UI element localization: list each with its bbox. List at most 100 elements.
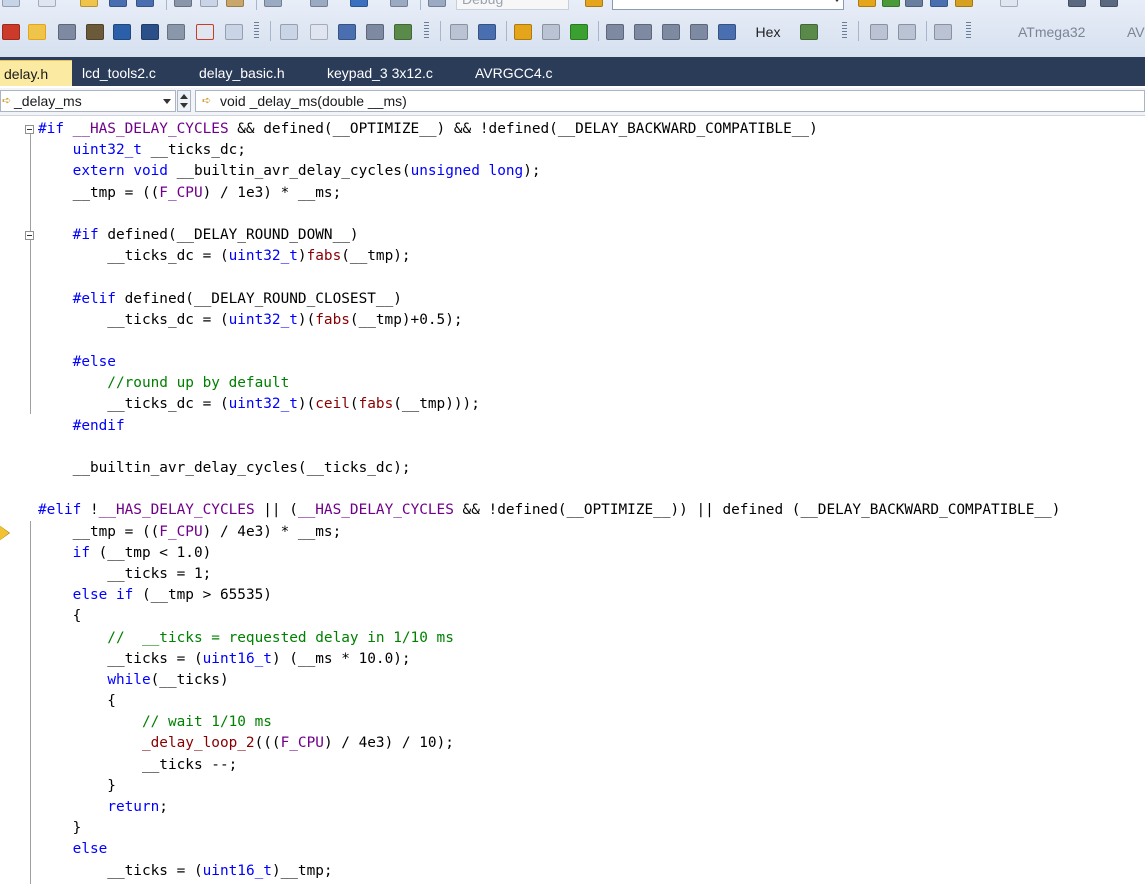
open-folder-icon[interactable] [28, 21, 46, 43]
code-line[interactable]: while(__ticks) [38, 670, 1060, 691]
disassembly-icon[interactable] [366, 21, 384, 43]
code-line[interactable]: __ticks_dc = (uint32_t)(fabs(__tmp)+0.5)… [38, 310, 1060, 331]
code-editor[interactable]: #if __HAS_DELAY_CYCLES && defined(__OPTI… [0, 116, 1145, 884]
code-line[interactable]: __tmp = ((F_CPU) / 1e3) * __ms; [38, 183, 1060, 204]
code-line[interactable]: uint32_t __ticks_dc; [38, 140, 1060, 161]
code-line[interactable]: __ticks --; [38, 755, 1060, 776]
tool-selector[interactable]: AV [1105, 21, 1145, 43]
code-line[interactable]: __ticks = 1; [38, 564, 1060, 585]
code-line[interactable]: #elif defined(__DELAY_ROUND_CLOSEST__) [38, 289, 1060, 310]
device-selector[interactable]: ATmega32 [990, 21, 1100, 43]
copy-icon[interactable] [200, 0, 218, 10]
reset-icon[interactable] [718, 21, 736, 43]
clipboard-icon[interactable] [225, 21, 243, 43]
continue-icon[interactable] [570, 21, 588, 43]
code-line[interactable]: } [38, 818, 1060, 839]
build-icon[interactable] [2, 21, 20, 43]
undo-icon[interactable] [264, 0, 282, 10]
find-combo[interactable] [612, 0, 844, 10]
code-line[interactable]: { [38, 691, 1060, 712]
spell-check-icon[interactable] [196, 21, 214, 43]
watch-icon[interactable] [394, 21, 412, 43]
navigate-forward-icon[interactable] [390, 0, 408, 10]
solution-explorer-icon[interactable] [882, 0, 900, 10]
source-code[interactable]: #if __HAS_DELAY_CYCLES && defined(__OPTI… [38, 119, 1060, 882]
new-project-icon[interactable] [2, 0, 20, 10]
add-item-icon[interactable] [38, 0, 56, 10]
outdent-icon[interactable] [1100, 0, 1118, 10]
step-into-icon[interactable] [514, 21, 532, 43]
indent-icon[interactable] [1068, 0, 1086, 10]
solution-config-combo[interactable]: Debug [456, 0, 569, 10]
code-line[interactable]: //round up by default [38, 373, 1060, 394]
collapse-icon[interactable] [25, 125, 34, 134]
registers-icon[interactable] [167, 21, 185, 43]
processor-view-icon[interactable] [280, 21, 298, 43]
code-line[interactable]: __ticks_dc = (uint32_t)(ceil(fabs(__tmp)… [38, 394, 1060, 415]
code-line[interactable]: else [38, 839, 1060, 860]
code-line[interactable]: __ticks = (uint16_t) (__ms * 10.0); [38, 649, 1060, 670]
chip-icon[interactable] [141, 21, 159, 43]
code-line[interactable]: else if (__tmp > 65535) [38, 585, 1060, 606]
memory-icon[interactable] [113, 21, 131, 43]
save-icon[interactable] [109, 0, 127, 10]
start-debug-icon[interactable] [428, 0, 446, 10]
code-line[interactable]: // __ticks = requested delay in 1/10 ms [38, 628, 1060, 649]
find-icon[interactable] [585, 0, 603, 10]
code-line[interactable]: __ticks_dc = (uint32_t)fabs(__tmp); [38, 246, 1060, 267]
save-all-icon[interactable] [136, 0, 154, 10]
tab-delay-h[interactable]: delay.h✕ [0, 60, 72, 108]
hex-display-button[interactable]: Hex [748, 21, 788, 43]
code-line[interactable]: #elif !__HAS_DELAY_CYCLES || (__HAS_DELA… [38, 500, 1060, 521]
code-line[interactable]: __ticks = (uint16_t)__tmp; [38, 861, 1060, 882]
code-line[interactable]: } [38, 776, 1060, 797]
scope-dropdown[interactable]: ➪ _delay_ms [0, 90, 176, 112]
open-file-icon[interactable] [80, 0, 98, 10]
code-line[interactable]: #endif [38, 416, 1060, 437]
code-line[interactable]: #if __HAS_DELAY_CYCLES && defined(__OPTI… [38, 119, 1060, 140]
output-icon[interactable] [955, 0, 973, 10]
find-in-files-icon[interactable] [858, 0, 876, 10]
toolbox-icon[interactable] [930, 0, 948, 10]
paste-icon[interactable] [226, 0, 244, 10]
member-dropdown[interactable]: ➪ void _delay_ms(double __ms) [195, 90, 1145, 112]
step-out-icon[interactable] [634, 21, 652, 43]
device-programming-icon[interactable] [86, 21, 104, 43]
start-without-debug-icon[interactable] [450, 21, 468, 43]
code-line[interactable]: __builtin_avr_delay_cycles(__ticks_dc); [38, 458, 1060, 479]
code-line[interactable] [38, 267, 1060, 288]
code-line[interactable]: __tmp = ((F_CPU) / 4e3) * __ms; [38, 522, 1060, 543]
stop-icon[interactable] [478, 21, 496, 43]
code-line[interactable]: extern void __builtin_avr_delay_cycles(u… [38, 161, 1060, 182]
tools-icon[interactable] [58, 21, 76, 43]
set-next-statement-icon[interactable] [690, 21, 708, 43]
step-over-icon[interactable] [606, 21, 624, 43]
code-line[interactable] [38, 437, 1060, 458]
code-line[interactable]: if (__tmp < 1.0) [38, 543, 1060, 564]
cut-icon[interactable] [174, 0, 192, 10]
tab-delay-basic-h[interactable]: delay_basic.h [191, 60, 293, 86]
collapse-icon[interactable] [25, 231, 34, 240]
run-to-cursor-icon[interactable] [662, 21, 680, 43]
navigate-back-icon[interactable] [350, 0, 368, 10]
redo-icon[interactable] [310, 0, 328, 10]
window-layout-icon[interactable] [1000, 0, 1018, 10]
code-line[interactable]: #if defined(__DELAY_ROUND_DOWN__) [38, 225, 1060, 246]
scope-spinner[interactable] [177, 90, 191, 112]
calendar-icon[interactable] [870, 21, 888, 43]
code-line[interactable] [38, 479, 1060, 500]
tab-lcd-tools2-c[interactable]: lcd_tools2.c [74, 60, 164, 86]
pause-icon[interactable] [542, 21, 560, 43]
disabled-tool-icon[interactable] [934, 21, 952, 43]
properties-icon[interactable] [905, 0, 923, 10]
tab-avrgcc4-c[interactable]: AVRGCC4.c [467, 60, 561, 86]
code-line[interactable]: { [38, 606, 1060, 627]
breakpoints-icon[interactable] [800, 21, 818, 43]
indicator-margin[interactable] [0, 116, 22, 884]
tab-keypad-c[interactable]: keypad_3 3x12.c [319, 60, 441, 86]
code-line[interactable]: return; [38, 797, 1060, 818]
code-line[interactable] [38, 331, 1060, 352]
code-line[interactable]: _delay_loop_2(((F_CPU) / 4e3) / 10); [38, 733, 1060, 754]
code-line[interactable]: #else [38, 352, 1060, 373]
memory-view-icon[interactable] [338, 21, 356, 43]
